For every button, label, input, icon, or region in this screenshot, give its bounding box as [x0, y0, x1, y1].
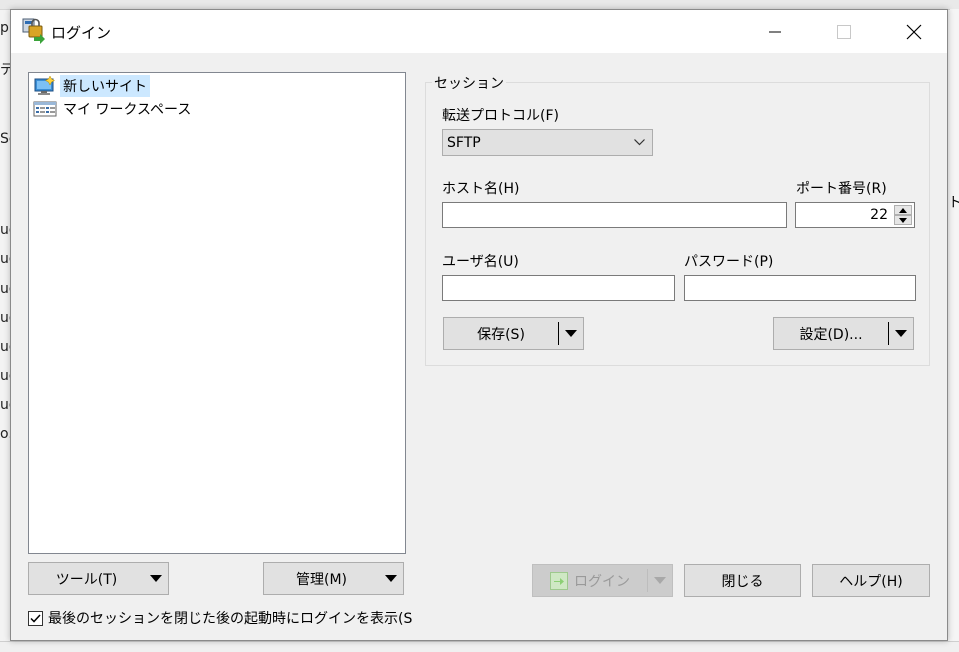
background-bottom-bar	[0, 641, 959, 652]
dropdown-arrow-icon	[144, 575, 168, 582]
show-login-checkbox[interactable]: 最後のセッションを閉じた後の起動時にログインを表示(S	[28, 608, 418, 628]
close-dialog-label: 閉じる	[721, 573, 764, 590]
chevron-up-icon	[899, 207, 907, 213]
dropdown-arrow-icon[interactable]	[648, 577, 672, 584]
tree-item-label: 新しいサイト	[60, 75, 150, 97]
close-dialog-button[interactable]: 閉じる	[684, 564, 801, 597]
port-label: ポート番号(R)	[796, 181, 887, 197]
dropdown-arrow-icon	[379, 575, 403, 582]
host-input[interactable]	[442, 202, 787, 228]
host-label: ホスト名(H)	[442, 181, 520, 197]
checkmark-icon	[30, 613, 41, 623]
login-dialog: ログイン 新しいサイト マイ ワークスペース ツール(T) 管理(M) 最後のセ…	[10, 9, 948, 641]
show-login-label: 最後のセッションを閉じた後の起動時にログインを表示(S	[48, 611, 413, 627]
minimize-icon	[769, 31, 781, 32]
spin-down-button[interactable]	[894, 215, 912, 225]
workspace-icon	[33, 101, 57, 117]
protocol-value: SFTP	[447, 134, 481, 151]
login-button-label: ログイン	[574, 573, 630, 590]
username-input[interactable]	[442, 275, 675, 301]
help-button-label: ヘルプ(H)	[839, 573, 903, 590]
spin-up-button[interactable]	[894, 205, 912, 215]
tools-button[interactable]: ツール(T)	[28, 562, 169, 595]
bg-text: ト	[948, 195, 959, 211]
minimize-button[interactable]	[752, 10, 798, 53]
advanced-button-label: 設定(D)...	[799, 326, 863, 343]
login-button[interactable]: ログイン	[532, 564, 673, 597]
session-group-label: セッション	[432, 73, 506, 93]
dropdown-arrow-icon[interactable]	[889, 330, 913, 337]
title-bar[interactable]: ログイン	[11, 10, 947, 53]
save-button[interactable]: 保存(S)	[443, 317, 584, 350]
password-label: パスワード(P)	[684, 254, 774, 270]
login-button-content: ログイン	[533, 571, 647, 591]
close-button[interactable]	[891, 10, 937, 53]
tree-item-workspace[interactable]: マイ ワークスペース	[33, 98, 194, 120]
bg-text: p	[0, 20, 9, 36]
checkbox-box[interactable]	[28, 610, 43, 626]
maximize-button[interactable]	[821, 10, 867, 53]
port-value: 22	[870, 207, 888, 223]
port-input[interactable]: 22	[795, 202, 915, 228]
protocol-select[interactable]: SFTP	[442, 129, 653, 156]
manage-button-label: 管理(M)	[295, 571, 347, 588]
background-right-strip: ト	[948, 9, 959, 651]
new-site-icon	[34, 76, 56, 95]
help-button[interactable]: ヘルプ(H)	[812, 564, 930, 597]
manage-button[interactable]: 管理(M)	[263, 562, 404, 595]
advanced-settings-button[interactable]: 設定(D)...	[773, 317, 914, 350]
chevron-down-icon	[626, 139, 652, 146]
save-button-label: 保存(S)	[477, 326, 525, 343]
close-icon	[906, 24, 922, 39]
port-spinner[interactable]	[894, 205, 912, 225]
maximize-icon	[837, 24, 851, 39]
tools-button-label: ツール(T)	[55, 571, 118, 588]
app-icon	[22, 18, 45, 44]
chevron-down-icon	[899, 217, 907, 223]
site-tree[interactable]: 新しいサイト マイ ワークスペース	[28, 72, 406, 554]
window-title: ログイン	[51, 24, 112, 42]
tree-item-new-site[interactable]: 新しいサイト	[33, 75, 150, 97]
login-icon	[550, 571, 568, 590]
dropdown-arrow-icon[interactable]	[559, 330, 583, 337]
protocol-label: 転送プロトコル(F)	[442, 108, 559, 124]
username-label: ユーザ名(U)	[442, 254, 519, 270]
tree-item-label: マイ ワークスペース	[63, 102, 192, 118]
password-input[interactable]	[684, 275, 916, 301]
